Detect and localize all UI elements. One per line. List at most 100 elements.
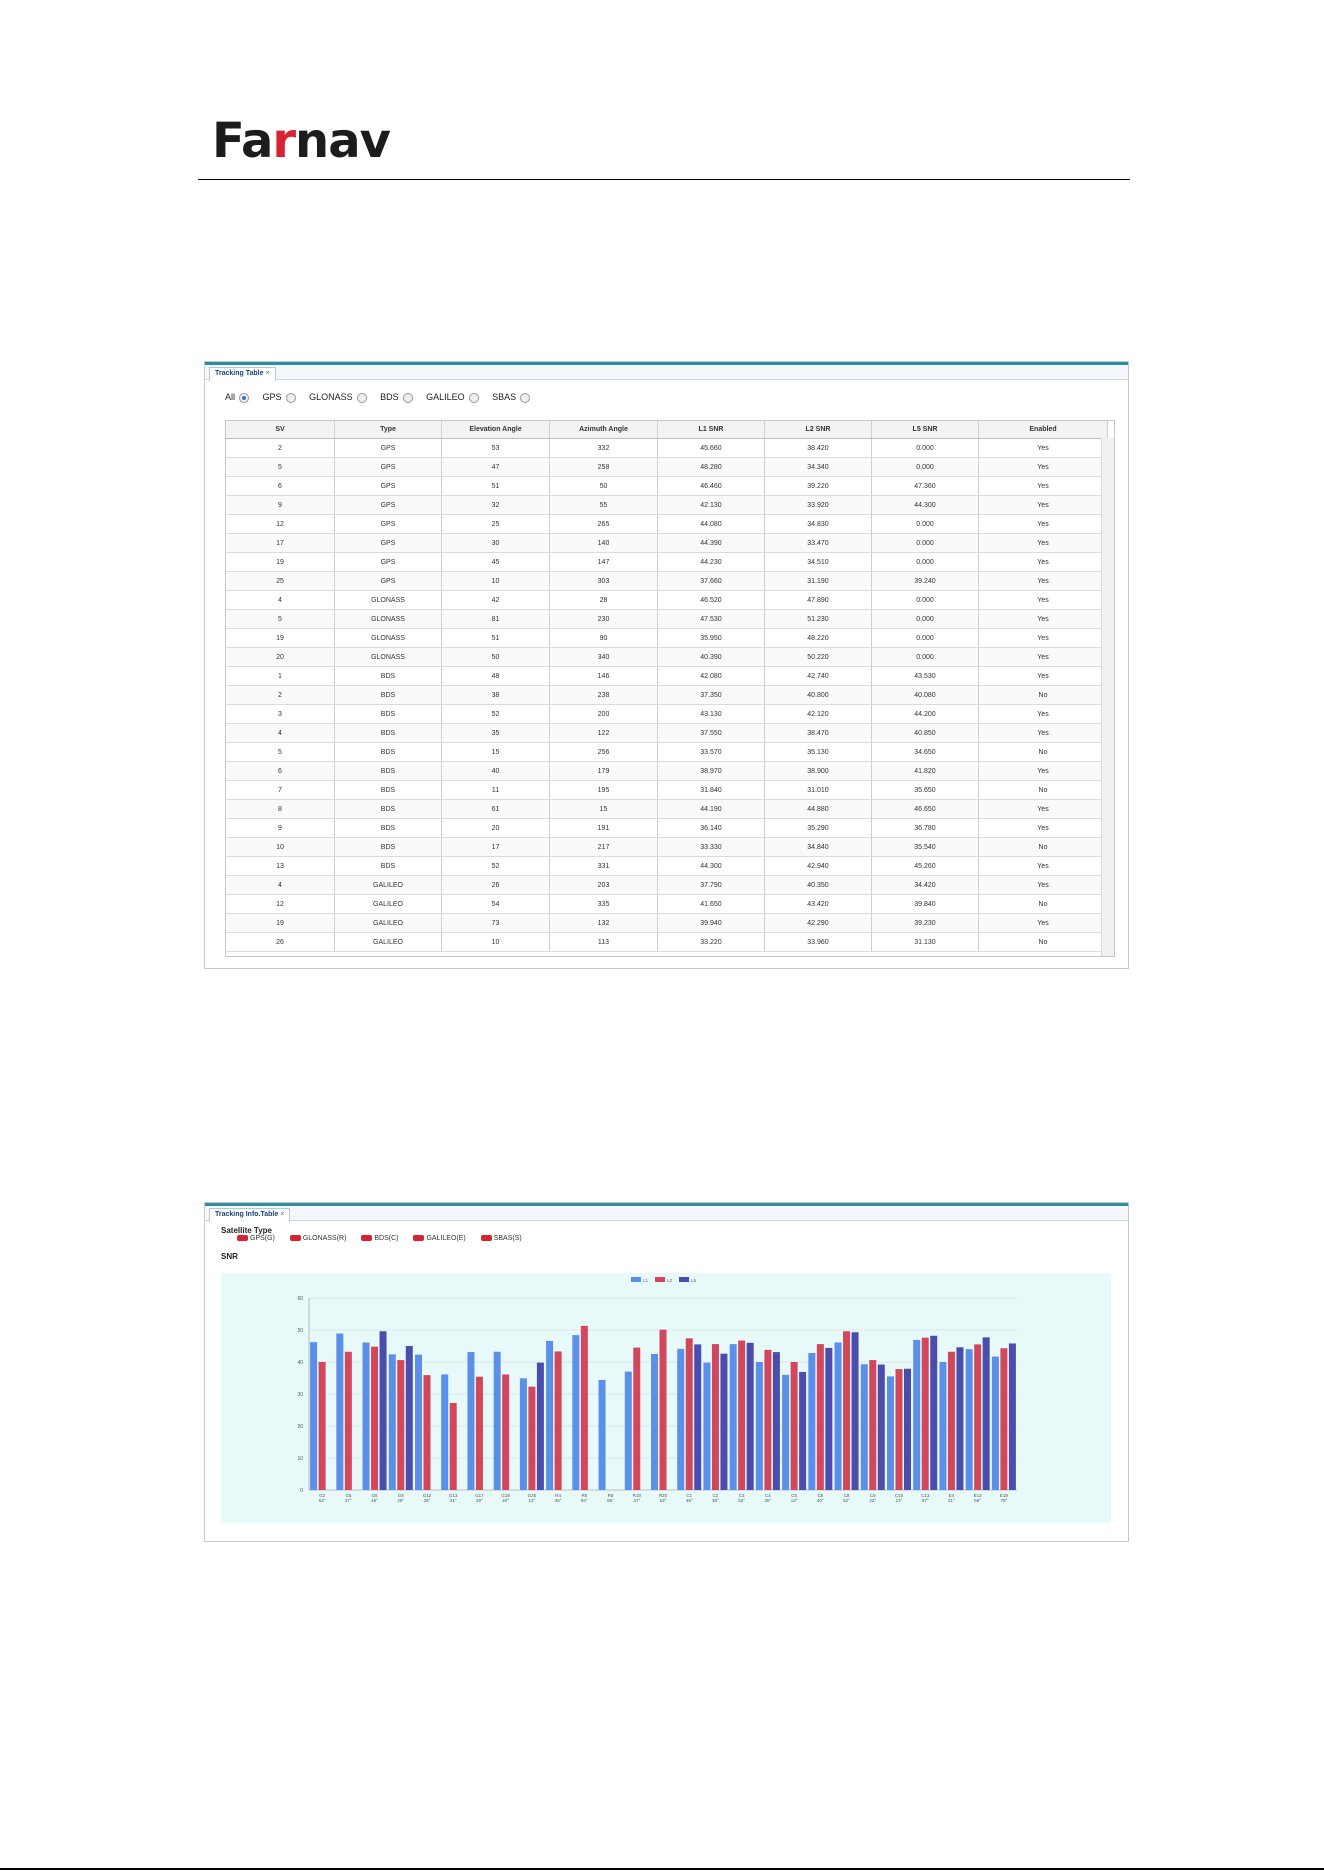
table-cell: 53 <box>441 438 550 458</box>
table-cell: 44.080 <box>657 514 765 534</box>
column-header[interactable]: Azimuth Angle <box>549 421 658 439</box>
filter-gps[interactable]: GPS <box>263 392 296 403</box>
bar-l1 <box>887 1376 894 1490</box>
bar-l1 <box>467 1352 475 1490</box>
bar-l2 <box>1000 1348 1008 1490</box>
bar-l1 <box>572 1335 580 1490</box>
table-cell: 13 <box>226 856 335 876</box>
filter-sbas[interactable]: SBAS <box>492 392 531 403</box>
legend-bds[interactable]: BDS(C) <box>361 1235 398 1242</box>
table-row[interactable]: 17 GPS 30 140 44.390 33.470 0.000 Yes <box>226 533 1108 553</box>
table-row[interactable]: 2 BDS 38 238 37.350 40.800 40.080 No <box>226 685 1108 705</box>
column-header[interactable]: Type <box>334 421 442 439</box>
radio-icon[interactable] <box>468 392 479 403</box>
table-header-row: SV Type Elevation Angle Azimuth Angle L1 SNR… <box>226 421 1108 439</box>
filter-glonass[interactable]: GLONASS <box>309 392 367 403</box>
bar-l2 <box>475 1376 483 1490</box>
table-scrollbar[interactable] <box>1101 438 1114 956</box>
tab-tracking-info[interactable]: Tracking Info.Table × <box>209 1208 291 1222</box>
tracking-table: SV Type Elevation Angle Azimuth Angle L1 SNR… <box>226 421 1108 952</box>
table-row[interactable]: 6 GPS 51 50 46.460 39.220 47.360 Yes <box>226 476 1108 496</box>
tab-close-icon[interactable]: × <box>280 1211 284 1218</box>
bar-l1 <box>860 1364 868 1490</box>
filter-label: GPS <box>262 392 282 403</box>
legend-label: GPS(G) <box>250 1235 275 1242</box>
radio-icon[interactable] <box>402 392 413 403</box>
bar-l2 <box>790 1362 798 1490</box>
table-cell: 191 <box>549 818 658 838</box>
table-cell: 35.540 <box>871 837 979 857</box>
table-row[interactable]: 10 BDS 17 217 33.330 34.840 35.540 No <box>226 837 1108 857</box>
filter-galileo[interactable]: GALILEO <box>426 392 479 403</box>
table-row[interactable]: 26 GALILEO 10 113 33.220 33.960 31.130 No <box>226 932 1108 952</box>
column-header[interactable]: SV <box>226 421 335 439</box>
footer-rule <box>0 1868 1324 1870</box>
table-cell: 9 <box>226 818 335 838</box>
table-row[interactable]: 12 GALILEO 54 335 41.650 43.420 39.840 No <box>226 894 1108 914</box>
table-cell: 179 <box>549 761 658 781</box>
table-cell: 35.130 <box>764 742 872 762</box>
column-header[interactable]: Elevation Angle <box>441 421 550 439</box>
table-cell: 132 <box>549 913 658 933</box>
table-cell: 54 <box>441 894 550 914</box>
table-row[interactable]: 7 BDS 11 195 31.840 31.010 35.650 No <box>226 780 1108 800</box>
legend-galileo[interactable]: GALILEO(E) <box>413 1235 466 1242</box>
table-row[interactable]: 5 GPS 47 258 48.280 34.340 0.000 Yes <box>226 457 1108 477</box>
table-row[interactable]: 6 BDS 40 179 38.970 38.900 41.820 Yes <box>226 761 1108 781</box>
bar-l5 <box>825 1347 833 1490</box>
bar-l1 <box>808 1353 816 1490</box>
table-cell: 0.000 <box>871 438 979 458</box>
table-cell: 12 <box>226 894 335 914</box>
bar-l1 <box>519 1378 527 1490</box>
table-row[interactable]: 9 BDS 20 191 36.140 35.290 36.780 Yes <box>226 818 1108 838</box>
filter-bds[interactable]: BDS <box>380 392 413 403</box>
table-row[interactable]: 8 BDS 61 15 44.190 44.880 46.650 Yes <box>226 799 1108 819</box>
tab-close-icon[interactable]: × <box>266 370 270 377</box>
table-cell: 6 <box>226 761 335 781</box>
table-row[interactable]: 2 GPS 53 332 45.660 38.420 0.000 Yes <box>226 438 1108 458</box>
legend-gps[interactable]: GPS(G) <box>237 1235 275 1242</box>
bar-l5 <box>405 1346 413 1490</box>
tab-tracking-table[interactable]: Tracking Table × <box>209 367 276 381</box>
table-row[interactable]: 20 GLONASS 50 340 40.390 50.220 0.000 Yes <box>226 647 1108 667</box>
table-cell: 31.010 <box>764 780 872 800</box>
bar-l5 <box>956 1347 964 1490</box>
table-cell: 122 <box>549 723 658 743</box>
table-row[interactable]: 4 BDS 35 122 37.550 38.470 40.850 Yes <box>226 723 1108 743</box>
table-row[interactable]: 13 BDS 52 331 44.300 42.940 45.260 Yes <box>226 856 1108 876</box>
radio-icon[interactable] <box>285 392 296 403</box>
table-cell: GPS <box>334 533 442 553</box>
y-tick-label: 30 <box>297 1392 303 1398</box>
legend-sbas[interactable]: SBAS(S) <box>480 1235 522 1242</box>
x-tick-sublabel: 25° <box>424 1498 431 1503</box>
column-header[interactable]: L5 SNR <box>871 421 979 439</box>
table-row[interactable]: 19 GPS 45 147 44.230 34.510 0.000 Yes <box>226 552 1108 572</box>
table-cell: 265 <box>549 514 658 534</box>
panel-tab-strip: Tracking Info.Table × <box>205 1206 1128 1222</box>
table-row[interactable]: 12 GPS 25 265 44.080 34.830 0.000 Yes <box>226 514 1108 534</box>
column-header[interactable]: Enabled <box>978 421 1108 439</box>
table-row[interactable]: 3 BDS 52 200 43.130 42.120 44.200 Yes <box>226 704 1108 724</box>
table-row[interactable]: 25 GPS 10 303 37.660 31.190 39.240 Yes <box>226 571 1108 591</box>
table-row[interactable]: 5 GLONASS 81 230 47.530 51.230 0.000 Yes <box>226 609 1108 629</box>
table-row[interactable]: 9 GPS 32 55 42.130 33.920 44.300 Yes <box>226 495 1108 515</box>
column-header[interactable]: L1 SNR <box>657 421 765 439</box>
table-row[interactable]: 4 GALILEO 26 203 37.790 40.350 34.420 Yes <box>226 875 1108 895</box>
legend-glonass[interactable]: GLONASS(R) <box>289 1235 346 1242</box>
radio-icon[interactable] <box>356 392 367 403</box>
column-header[interactable]: L2 SNR <box>764 421 872 439</box>
radio-icon[interactable] <box>520 392 531 403</box>
bar-l2 <box>528 1386 536 1490</box>
table-row[interactable]: 5 BDS 15 256 33.570 35.130 34.650 No <box>226 742 1108 762</box>
y-tick-label: 20 <box>297 1424 303 1430</box>
table-row[interactable]: 19 GLONASS 51 90 35.950 48.220 0.000 Yes <box>226 628 1108 648</box>
bar-l1 <box>624 1371 632 1490</box>
table-row[interactable]: 19 GALILEO 73 132 39.940 42.290 39.230 Yes <box>226 913 1108 933</box>
filter-all[interactable]: All <box>225 392 250 403</box>
table-cell: 203 <box>549 875 658 895</box>
table-row[interactable]: 1 BDS 48 146 42.080 42.740 43.530 Yes <box>226 666 1108 686</box>
table-cell: 46.520 <box>657 590 765 610</box>
radio-icon[interactable] <box>239 392 250 403</box>
table-cell: Yes <box>978 723 1108 743</box>
table-row[interactable]: 4 GLONASS 42 28 46.520 47.890 0.000 Yes <box>226 590 1108 610</box>
